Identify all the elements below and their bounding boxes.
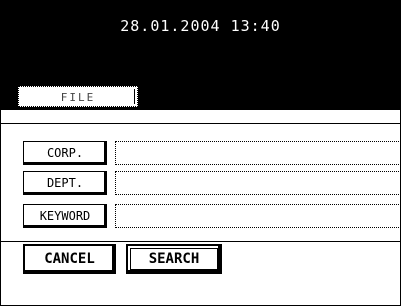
keyword-row: KEYWORD	[23, 204, 400, 228]
tab-file[interactable]: FILE	[18, 86, 138, 107]
search-panel: 28.01.2004 13:40 FILE CORP. DEPT. KEYWOR…	[0, 0, 401, 306]
corp-row: CORP.	[23, 141, 400, 165]
content-divider	[1, 123, 400, 124]
dept-button[interactable]: DEPT.	[23, 171, 107, 195]
keyword-field[interactable]	[115, 204, 400, 228]
date-time-display: 28.01.2004 13:40	[120, 17, 281, 35]
search-button[interactable]: SEARCH	[126, 244, 222, 274]
corp-button[interactable]: CORP.	[23, 141, 107, 165]
dept-row: DEPT.	[23, 171, 400, 195]
cancel-button[interactable]: CANCEL	[23, 244, 116, 274]
keyword-button[interactable]: KEYWORD	[23, 204, 107, 228]
action-divider	[1, 241, 400, 242]
status-bar: 28.01.2004 13:40 FILE	[1, 1, 400, 110]
dept-field[interactable]	[115, 171, 400, 195]
corp-field[interactable]	[115, 141, 400, 165]
